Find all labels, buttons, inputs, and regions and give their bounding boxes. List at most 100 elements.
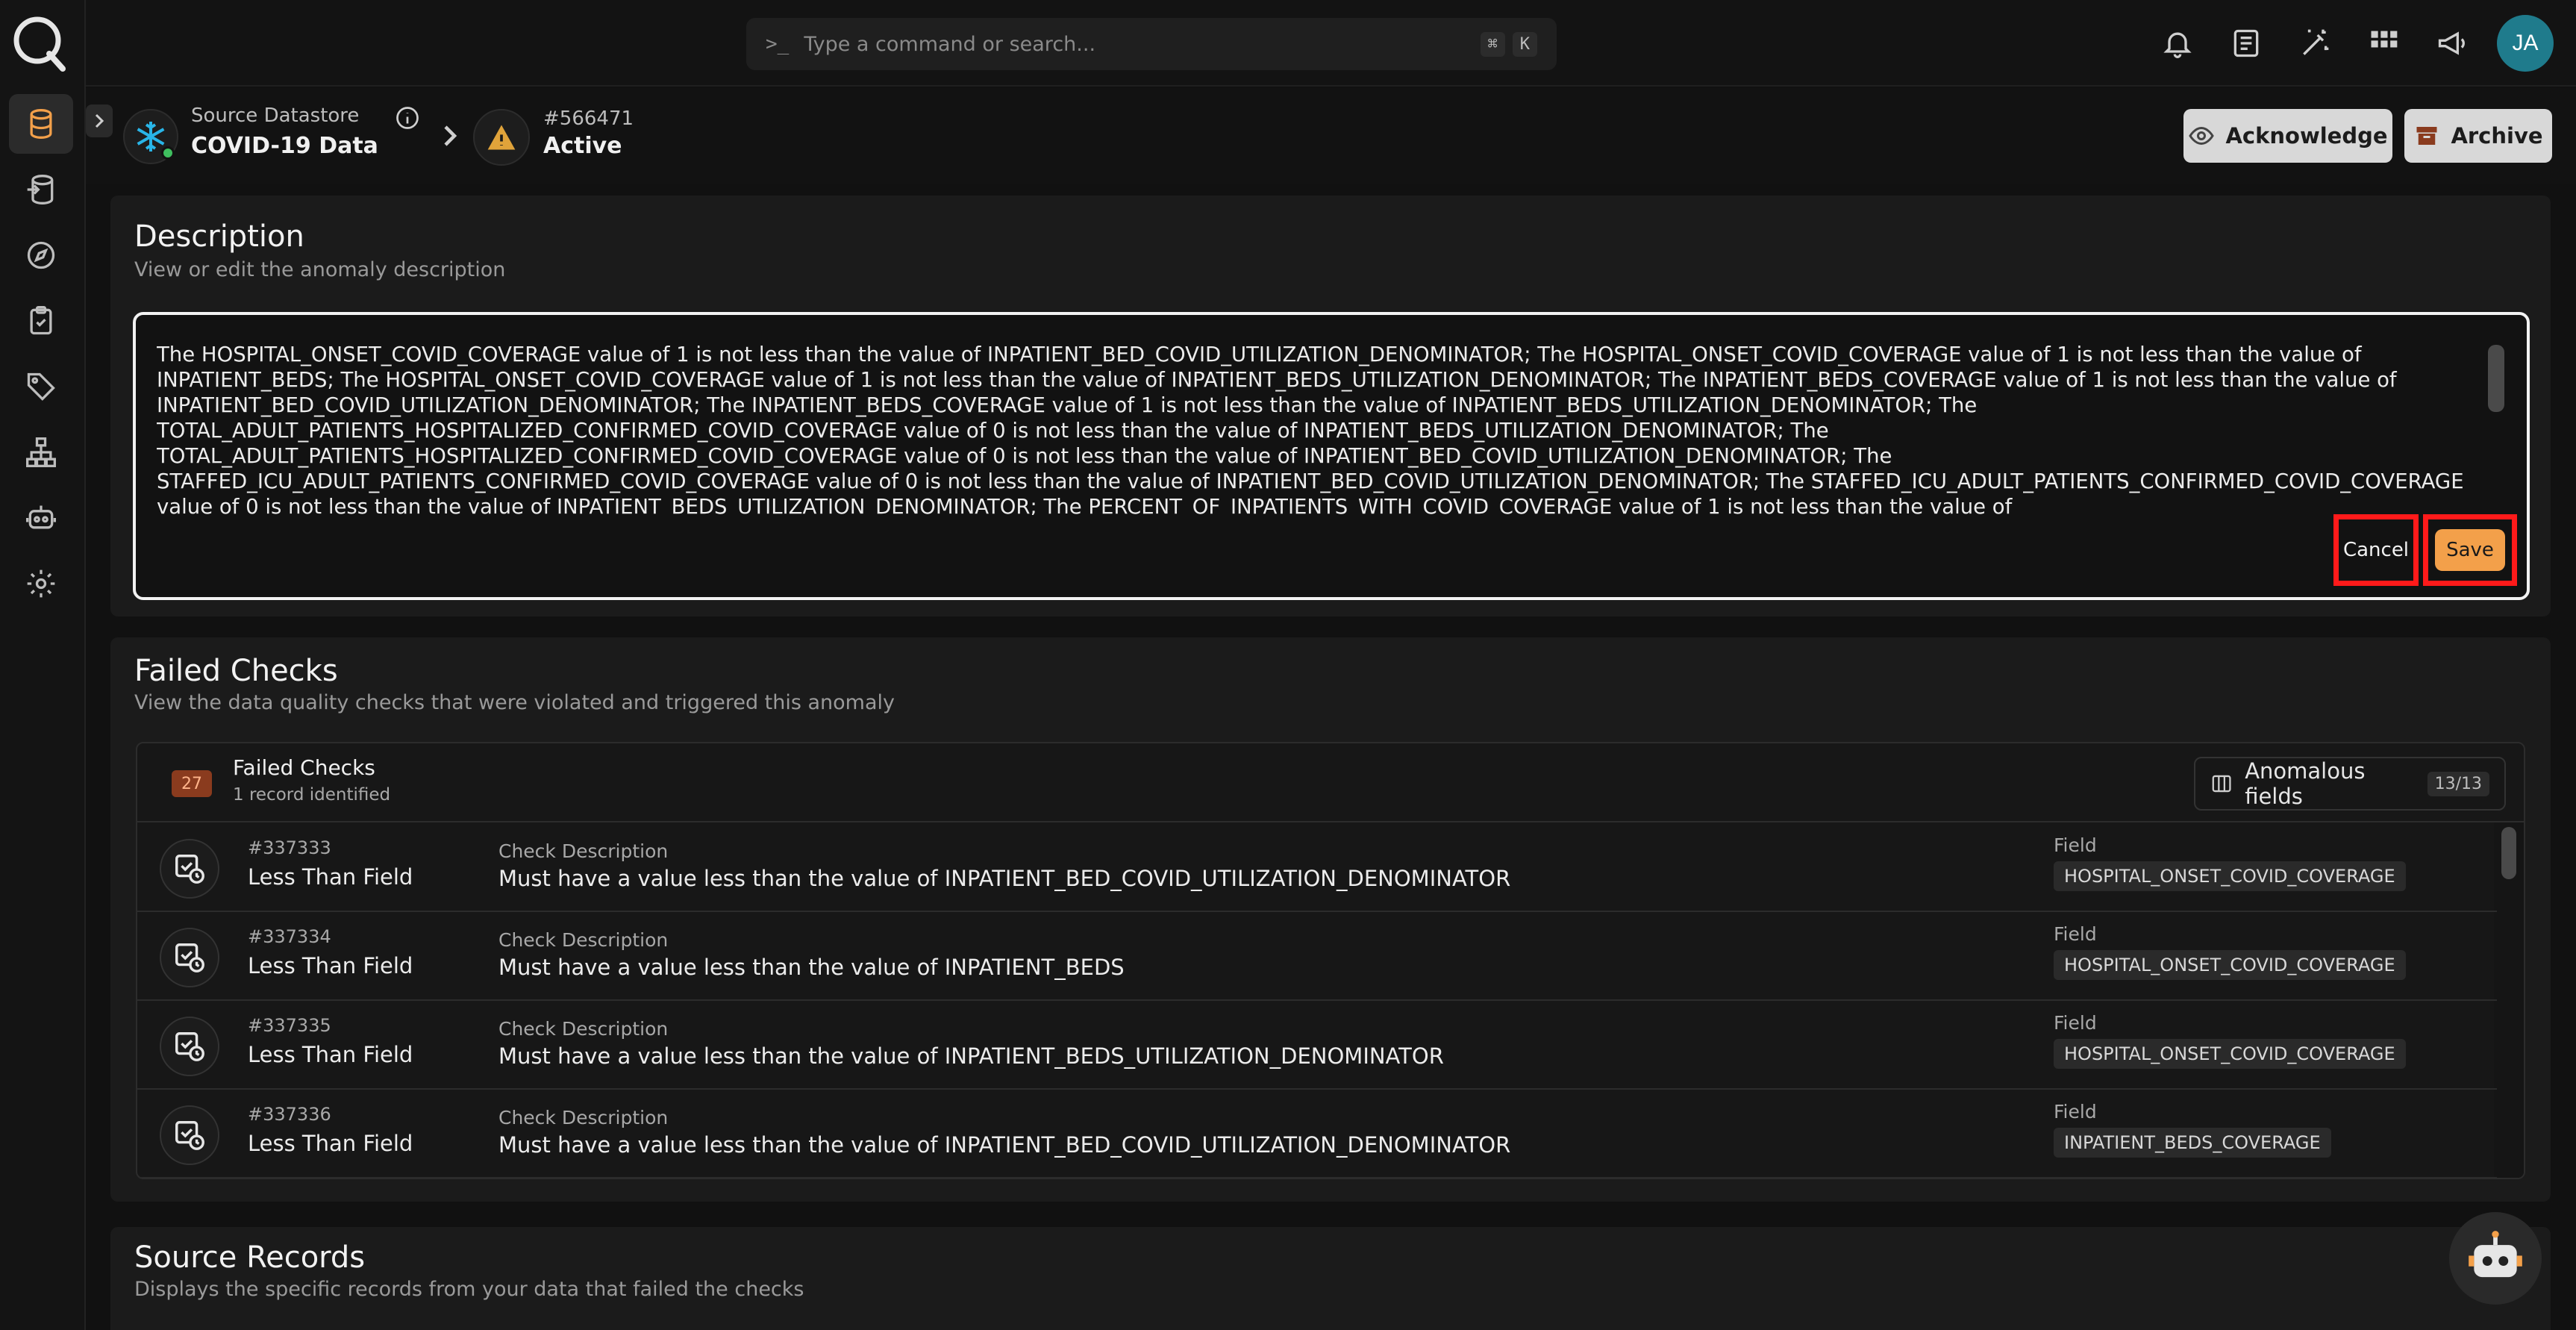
field-chip[interactable]: INPATIENT_BEDS_COVERAGE — [2054, 1128, 2331, 1158]
grid-icon — [2371, 31, 2398, 48]
robot-icon — [26, 505, 56, 529]
chevron-right-icon — [444, 125, 457, 146]
sitemap-icon — [26, 437, 56, 467]
archive-button[interactable]: Archive — [2404, 109, 2552, 163]
datastore-label: Source Datastore — [191, 104, 360, 127]
source-records-card: Source Records Displays the specific rec… — [110, 1227, 2551, 1330]
table-row[interactable]: #337336 Less Than Field Check Descriptio… — [137, 1090, 2497, 1178]
check-clock-icon — [175, 943, 204, 972]
nav-explore[interactable] — [9, 225, 73, 285]
field-chip[interactable]: HOSPITAL_ONSET_COVID_COVERAGE — [2054, 1039, 2406, 1069]
archive-icon — [2416, 127, 2437, 145]
check-id: #337335 — [248, 1015, 331, 1036]
database-arrow-icon — [27, 175, 54, 205]
description-editor[interactable]: The HOSPITAL_ONSET_COVID_COVERAGE value … — [133, 312, 2530, 600]
terminal-icon: >_ — [766, 33, 790, 55]
notifications-button[interactable] — [2143, 15, 2212, 72]
field-label: Field — [2054, 1101, 2097, 1123]
description-subtitle: View or edit the anomaly description — [134, 258, 506, 281]
check-id: #337333 — [248, 837, 331, 858]
nav-hierarchy[interactable] — [9, 422, 73, 482]
failed-checks-subtitle: View the data quality checks that were v… — [134, 691, 895, 714]
gear-icon — [27, 569, 55, 598]
check-clock-icon — [175, 1032, 204, 1061]
info-icon[interactable] — [394, 104, 421, 131]
clipboard-check-icon — [30, 306, 52, 335]
failed-count-badge: 27 — [172, 770, 212, 797]
records-identified: 1 record identified — [233, 785, 391, 805]
failed-checks-scrollbar[interactable] — [2501, 827, 2516, 879]
nav-checks[interactable] — [9, 291, 73, 351]
table-row[interactable]: #337333 Less Than Field Check Descriptio… — [137, 824, 2497, 912]
anomalous-fields-label: Anomalous fields — [2245, 758, 2366, 809]
check-id: #337336 — [248, 1104, 331, 1125]
acknowledge-label: Acknowledge — [2225, 123, 2388, 149]
assistant-bot-button[interactable] — [2449, 1212, 2542, 1305]
megaphone-icon — [2438, 31, 2465, 55]
docs-button[interactable] — [2212, 15, 2280, 72]
check-avatar — [160, 1017, 219, 1076]
description-text[interactable]: The HOSPITAL_ONSET_COVID_COVERAGE value … — [157, 342, 2477, 515]
nav-enrichment[interactable] — [9, 160, 73, 219]
check-description-label: Check Description — [498, 929, 669, 951]
shortcut-key: K — [1512, 31, 1537, 57]
document-icon — [2233, 29, 2259, 57]
field-chip[interactable]: HOSPITAL_ONSET_COVID_COVERAGE — [2054, 950, 2406, 980]
field-label: Field — [2054, 1012, 2097, 1034]
nav-agents[interactable] — [9, 488, 73, 548]
announcements-button[interactable] — [2418, 15, 2486, 72]
save-button[interactable]: Save — [2435, 529, 2505, 571]
top-bar: >_ Type a command or search... ⌘ K JA — [86, 0, 2576, 87]
database-icon — [30, 109, 52, 139]
robot-icon — [2469, 1231, 2522, 1278]
expand-sidebar-button[interactable] — [86, 104, 113, 137]
search-placeholder: Type a command or search... — [804, 32, 1096, 56]
check-type: Less Than Field — [248, 1131, 413, 1156]
datastore-name[interactable]: COVID-19 Data — [191, 133, 378, 159]
field-label: Field — [2054, 923, 2097, 945]
anomaly-id: #566471 — [543, 107, 634, 130]
anomaly-avatar — [473, 109, 530, 166]
user-avatar[interactable]: JA — [2497, 15, 2554, 72]
description-scrollbar[interactable] — [2488, 345, 2504, 412]
magic-wand-icon — [2303, 29, 2329, 55]
columns-icon — [2212, 775, 2231, 793]
check-type: Less Than Field — [248, 1042, 413, 1067]
nav-tags[interactable] — [9, 357, 73, 416]
source-records-subtitle: Displays the specific records from your … — [134, 1278, 804, 1301]
source-records-title: Source Records — [134, 1240, 366, 1275]
chevron-right-icon — [95, 113, 104, 128]
failed-checks-header: 27 Failed Checks 1 record identified Ano… — [137, 743, 2524, 822]
left-rail — [0, 0, 86, 1330]
field-label: Field — [2054, 834, 2097, 856]
check-description: Must have a value less than the value of… — [498, 955, 1125, 980]
command-search[interactable]: >_ Type a command or search... ⌘ K — [746, 18, 1557, 70]
apps-button[interactable] — [2349, 15, 2418, 72]
cancel-button[interactable]: Cancel — [2333, 514, 2419, 586]
check-type: Less Than Field — [248, 864, 413, 890]
save-button-highlight: Save — [2423, 514, 2517, 586]
eye-icon — [2189, 126, 2215, 146]
failed-checks-header-title: Failed Checks — [233, 755, 375, 780]
app-logo-icon[interactable] — [10, 12, 67, 72]
failed-checks-title: Failed Checks — [134, 654, 338, 688]
shortcut-mod: ⌘ — [1480, 31, 1505, 57]
table-row[interactable]: #337335 Less Than Field Check Descriptio… — [137, 1002, 2497, 1090]
check-avatar — [160, 928, 219, 987]
check-avatar — [160, 1105, 219, 1165]
acknowledge-button[interactable]: Acknowledge — [2183, 109, 2392, 163]
check-id: #337334 — [248, 926, 331, 947]
magic-button[interactable] — [2280, 15, 2349, 72]
check-description-label: Check Description — [498, 1107, 669, 1128]
nav-settings[interactable] — [9, 554, 73, 614]
anomalous-fields-button[interactable]: Anomalous fields 13/13 — [2194, 757, 2506, 811]
check-description-label: Check Description — [498, 1018, 669, 1040]
check-description-label: Check Description — [498, 840, 669, 862]
check-description: Must have a value less than the value of… — [498, 1043, 1444, 1069]
table-row[interactable]: #337334 Less Than Field Check Descriptio… — [137, 913, 2497, 1001]
nav-datastores[interactable] — [9, 94, 73, 154]
description-title: Description — [134, 219, 304, 254]
check-clock-icon — [175, 855, 204, 884]
field-chip[interactable]: HOSPITAL_ONSET_COVID_COVERAGE — [2054, 861, 2406, 891]
warning-icon — [487, 125, 516, 150]
